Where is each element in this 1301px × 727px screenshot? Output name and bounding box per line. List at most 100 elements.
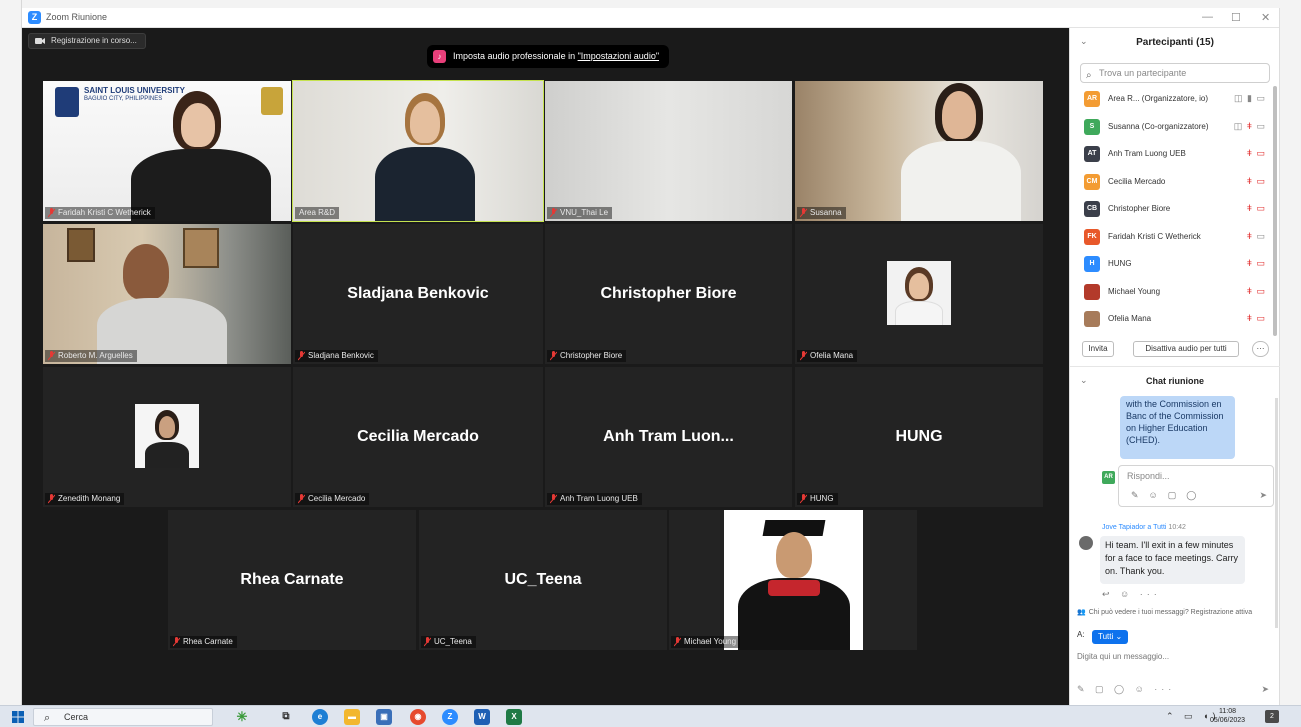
video-tile-roberto[interactable]: Roberto M. Arguelles [43,224,291,364]
seal-icon [261,87,283,115]
tile-name-label: Sladjana Benkovic [295,350,378,362]
mic-muted-icon [550,494,557,504]
video-tile-area-rd[interactable]: Area R&D [292,80,544,222]
video-tile-vnu-thai-le[interactable]: VNU_Thai Le [545,81,792,221]
chat-scrollbar[interactable] [1275,398,1278,628]
mic-muted-icon [800,208,807,218]
recording-indicator[interactable]: Registrazione in corso... [28,33,146,49]
zoom-taskbar-icon[interactable]: Z [442,709,458,725]
audio-settings-banner[interactable]: ♪ Imposta audio professionale in "Impost… [427,45,670,68]
reply-avatar: AR [1102,471,1115,484]
video-tile-cecilia[interactable]: Cecilia Mercado Cecilia Mercado [293,367,543,507]
file-explorer-icon[interactable]: ▬ [344,709,360,725]
notification-icon[interactable]: 2 [1265,710,1279,723]
zoom-app-icon: Z [28,11,41,24]
more-options-button[interactable]: ··· [1252,341,1269,357]
video-feed [545,81,792,221]
message-meta: Jove Tapiador a Tutti 10:42 [1102,524,1186,531]
participant-face [181,103,215,147]
close-button[interactable]: ✕ [1261,11,1270,24]
video-tile-sladjana[interactable]: Sladjana Benkovic Sladjana Benkovic [293,224,543,364]
participant-row[interactable]: CM Cecilia Mercado ǂ ▭ [1070,169,1270,197]
edge-icon[interactable]: e [312,709,328,725]
mic-muted-icon [298,351,305,361]
audio-settings-link[interactable]: "Impostazioni audio" [578,51,659,61]
invite-button[interactable]: Invita [1082,341,1114,357]
tile-name-label: Anh Tram Luong UEB [547,493,642,505]
plant-widget-icon[interactable]: ✳ [234,709,250,725]
participant-row[interactable]: S Susanna (Co-organizzatore) ◫ ǂ ▭ [1070,114,1270,142]
maximize-button[interactable]: ☐ [1231,11,1241,24]
mic-muted-icon [550,208,557,218]
store-icon[interactable]: ▣ [376,709,392,725]
chrome-icon[interactable]: ◉ [410,709,426,725]
message-input[interactable]: Digita qui un messaggio... [1077,652,1169,661]
participants-scrollbar[interactable] [1273,86,1277,336]
message-reaction-icons[interactable]: ↩ ☺ ··· [1102,589,1161,600]
avatar: H [1084,256,1100,272]
mic-muted-icon [48,351,55,361]
taskbar-search[interactable]: ⌕ Cerca [33,708,213,726]
participant-row[interactable]: Michael Young ǂ ▭ [1070,279,1270,307]
video-tile-susanna[interactable]: Susanna [795,81,1043,221]
avatar: CB [1084,201,1100,217]
privacy-note[interactable]: 👥 Chi può vedere i tuoi messaggi? Registr… [1077,608,1252,616]
search-placeholder: Trova un partecipante [1099,68,1187,78]
tile-name-label: Cecilia Mercado [295,493,370,505]
participant-row[interactable]: H HUNG ǂ ▭ [1070,251,1270,279]
video-tile-anh-tram[interactable]: Anh Tram Luon... Anh Tram Luong UEB [545,367,792,507]
participant-status-icons: ǂ ▭ [1246,258,1266,268]
reply-input[interactable]: Rispondi... ✎☺▢◯ ➤ [1118,465,1274,507]
video-tile-michael[interactable]: Michael Young [669,510,917,650]
participant-display-name: Cecilia Mercado [357,428,479,445]
video-tile-hung[interactable]: HUNG HUNG [795,367,1043,507]
word-icon[interactable]: W [474,709,490,725]
participant-face [942,91,976,139]
screen: Z Zoom Riunione — ☐ ✕ Registrazione in c… [0,0,1301,727]
background-app-right [1279,8,1301,705]
video-tile-faridah[interactable]: SAINT LOUIS UNIVERSITY BAGUIO CITY, PHIL… [43,81,291,221]
task-view-icon[interactable]: ⧉ [278,709,294,725]
clock[interactable]: 11:08 05/06/2023 [1210,707,1245,725]
tile-name-label: HUNG [797,493,838,505]
recording-label: Registrazione in corso... [51,36,137,45]
message-toolbar-icons[interactable]: ✎ ▢ ◯ ☺ ··· [1077,684,1175,695]
participant-status-icons: ǂ ▭ [1246,313,1266,323]
windows-start-icon[interactable] [12,711,24,723]
participant-row[interactable]: Ofelia Mana ǂ ▭ [1070,306,1270,334]
participant-row[interactable]: FK Faridah Kristi C Wetherick ǂ ▭ [1070,224,1270,252]
send-icon[interactable]: ➤ [1261,684,1269,695]
reply-toolbar-icons[interactable]: ✎☺▢◯ [1131,490,1206,501]
chat-message: Hi team. I'll exit in a few minutes for … [1100,536,1245,584]
participant-search-input[interactable]: ⌕ Trova un partecipante [1080,63,1270,83]
tile-name-label: Roberto M. Arguelles [45,350,137,362]
video-tile-uc-teena[interactable]: UC_Teena UC_Teena [419,510,667,650]
video-tile-christopher[interactable]: Christopher Biore Christopher Biore [545,224,792,364]
mic-muted-icon [298,494,305,504]
minimize-button[interactable]: — [1202,11,1213,23]
taskbar-search-label: Cerca [64,712,89,722]
participant-row[interactable]: AR Area R... (Organizzatore, io) ◫ ▮ ▭ [1070,86,1270,114]
recording-icon [35,38,45,44]
excel-icon[interactable]: X [506,709,522,725]
send-icon[interactable]: ➤ [1259,490,1267,501]
video-tile-ofelia[interactable]: Ofelia Mana [795,224,1043,364]
participants-header: ⌄ Partecipanti (15) [1070,28,1280,56]
tile-name-label: UC_Teena [421,636,476,648]
video-tile-zenedith[interactable]: Zenedith Monang [43,367,291,507]
participant-status-icons: ǂ ▭ [1246,203,1266,213]
mute-all-button[interactable]: Disattiva audio per tutti [1133,341,1239,357]
chat-header: ⌄ Chat riunione [1070,366,1280,394]
audio-banner-text: Imposta audio professionale in [453,51,578,61]
participant-display-name: UC_Teena [504,571,582,588]
tile-name-label: Faridah Kristi C Wetherick [45,207,155,219]
tile-name-label: Christopher Biore [547,350,627,362]
video-tile-rhea[interactable]: Rhea Carnate Rhea Carnate [168,510,416,650]
tile-name-label: Area R&D [295,207,340,219]
mic-muted-icon [48,494,55,504]
participant-row[interactable]: CB Christopher Biore ǂ ▭ [1070,196,1270,224]
participant-status-icons: ǂ ▭ [1246,230,1266,241]
participant-row[interactable]: AT Anh Tram Luong UEB ǂ ▭ [1070,141,1270,169]
recipient-dropdown[interactable]: Tutti ⌄ [1092,630,1129,644]
avatar: FK [1084,228,1100,245]
